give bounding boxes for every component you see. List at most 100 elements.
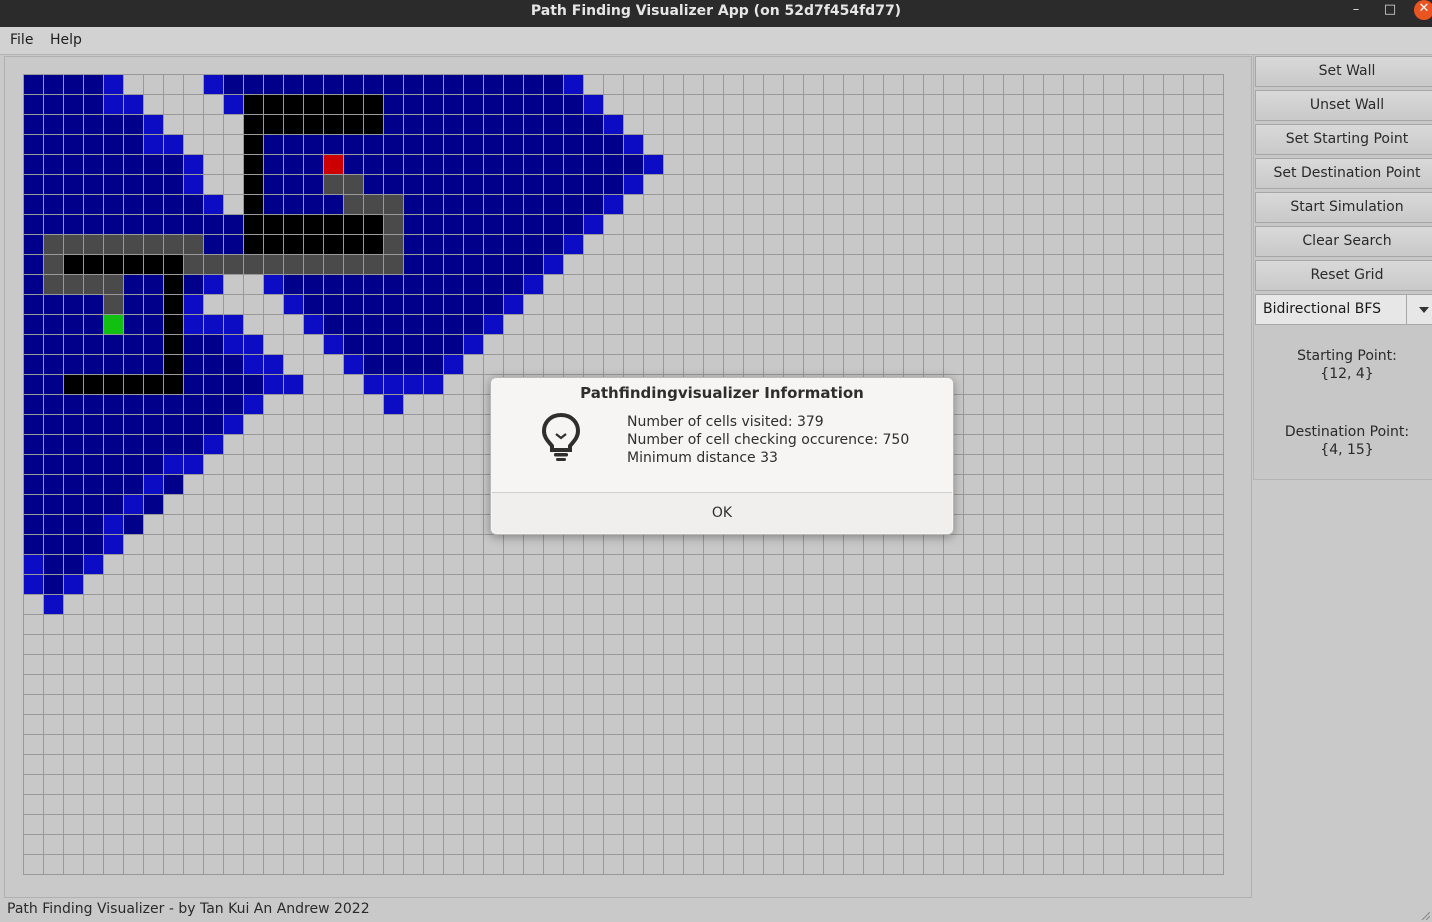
grid-cell-empty[interactable] bbox=[444, 595, 463, 614]
grid-cell-empty[interactable] bbox=[304, 855, 323, 874]
grid-cell-visited[interactable] bbox=[164, 215, 183, 234]
grid-cell-empty[interactable] bbox=[664, 815, 683, 834]
grid-cell-empty[interactable] bbox=[1044, 375, 1063, 394]
grid-cell-empty[interactable] bbox=[464, 735, 483, 754]
grid-cell-empty[interactable] bbox=[264, 655, 283, 674]
grid-cell-empty[interactable] bbox=[824, 855, 843, 874]
grid-cell-empty[interactable] bbox=[944, 535, 963, 554]
destination-cell[interactable] bbox=[104, 315, 123, 334]
grid-cell-empty[interactable] bbox=[984, 715, 1003, 734]
grid-cell-visited[interactable] bbox=[184, 415, 203, 434]
grid-cell-empty[interactable] bbox=[824, 315, 843, 334]
grid-cell-empty[interactable] bbox=[644, 275, 663, 294]
grid-cell-empty[interactable] bbox=[1184, 515, 1203, 534]
grid-cell-empty[interactable] bbox=[704, 675, 723, 694]
grid-cell-empty[interactable] bbox=[764, 815, 783, 834]
grid-cell-empty[interactable] bbox=[744, 815, 763, 834]
grid-cell-visited[interactable] bbox=[44, 455, 63, 474]
grid-cell-empty[interactable] bbox=[724, 615, 743, 634]
grid-cell-visited[interactable] bbox=[144, 335, 163, 354]
grid-cell-empty[interactable] bbox=[344, 775, 363, 794]
grid-cell-empty[interactable] bbox=[624, 715, 643, 734]
grid-cell-empty[interactable] bbox=[904, 275, 923, 294]
grid-cell-empty[interactable] bbox=[784, 555, 803, 574]
grid-cell-empty[interactable] bbox=[824, 675, 843, 694]
grid-cell-empty[interactable] bbox=[324, 535, 343, 554]
grid-cell-empty[interactable] bbox=[1204, 175, 1223, 194]
grid-cell-visited[interactable] bbox=[184, 195, 203, 214]
grid-cell-empty[interactable] bbox=[204, 575, 223, 594]
grid-cell-empty[interactable] bbox=[1104, 395, 1123, 414]
grid-cell-empty[interactable] bbox=[784, 75, 803, 94]
grid-cell-empty[interactable] bbox=[1004, 395, 1023, 414]
grid-cell-visited[interactable] bbox=[284, 275, 303, 294]
grid-cell-empty[interactable] bbox=[1024, 495, 1043, 514]
grid-cell-empty[interactable] bbox=[644, 175, 663, 194]
grid-cell-empty[interactable] bbox=[1164, 695, 1183, 714]
grid-cell-empty[interactable] bbox=[984, 435, 1003, 454]
grid-cell-empty[interactable] bbox=[604, 755, 623, 774]
grid-cell-empty[interactable] bbox=[864, 295, 883, 314]
grid-cell-empty[interactable] bbox=[864, 855, 883, 874]
grid-cell-frontier[interactable] bbox=[84, 555, 103, 574]
grid-cell-empty[interactable] bbox=[84, 595, 103, 614]
grid-cell-visited[interactable] bbox=[304, 295, 323, 314]
grid-cell-empty[interactable] bbox=[724, 595, 743, 614]
grid-cell-path[interactable] bbox=[384, 235, 403, 254]
grid-cell-empty[interactable] bbox=[864, 115, 883, 134]
grid-cell-empty[interactable] bbox=[444, 735, 463, 754]
grid-cell-visited[interactable] bbox=[184, 395, 203, 414]
grid-cell-empty[interactable] bbox=[984, 575, 1003, 594]
grid-cell-empty[interactable] bbox=[904, 295, 923, 314]
grid-cell-empty[interactable] bbox=[284, 615, 303, 634]
grid-cell-wall[interactable] bbox=[344, 115, 363, 134]
grid-cell-visited[interactable] bbox=[404, 195, 423, 214]
grid-cell-empty[interactable] bbox=[1044, 255, 1063, 274]
grid-cell-empty[interactable] bbox=[484, 795, 503, 814]
grid-cell-empty[interactable] bbox=[364, 615, 383, 634]
grid-cell-visited[interactable] bbox=[24, 515, 43, 534]
grid-cell-empty[interactable] bbox=[844, 195, 863, 214]
grid-cell-empty[interactable] bbox=[204, 815, 223, 834]
grid-cell-empty[interactable] bbox=[884, 755, 903, 774]
grid-cell-empty[interactable] bbox=[1164, 215, 1183, 234]
grid-cell-empty[interactable] bbox=[864, 615, 883, 634]
grid-cell-empty[interactable] bbox=[1144, 155, 1163, 174]
grid-cell-empty[interactable] bbox=[824, 615, 843, 634]
grid-cell-empty[interactable] bbox=[1004, 475, 1023, 494]
grid-cell-empty[interactable] bbox=[184, 675, 203, 694]
grid-cell-empty[interactable] bbox=[1024, 115, 1043, 134]
grid-cell-empty[interactable] bbox=[84, 755, 103, 774]
grid-cell-empty[interactable] bbox=[724, 255, 743, 274]
grid-cell-visited[interactable] bbox=[84, 435, 103, 454]
grid-cell-empty[interactable] bbox=[804, 75, 823, 94]
grid-cell-empty[interactable] bbox=[144, 735, 163, 754]
grid-cell-visited[interactable] bbox=[224, 235, 243, 254]
grid-cell-empty[interactable] bbox=[764, 795, 783, 814]
grid-cell-empty[interactable] bbox=[1084, 75, 1103, 94]
grid-cell-empty[interactable] bbox=[1164, 375, 1183, 394]
grid-cell-empty[interactable] bbox=[704, 235, 723, 254]
grid-cell-empty[interactable] bbox=[1124, 675, 1143, 694]
grid-cell-empty[interactable] bbox=[144, 575, 163, 594]
grid-cell-empty[interactable] bbox=[964, 95, 983, 114]
grid-cell-empty[interactable] bbox=[704, 215, 723, 234]
grid-cell-empty[interactable] bbox=[444, 555, 463, 574]
grid-cell-empty[interactable] bbox=[1064, 415, 1083, 434]
grid-cell-empty[interactable] bbox=[1104, 415, 1123, 434]
grid-cell-empty[interactable] bbox=[224, 715, 243, 734]
grid-cell-empty[interactable] bbox=[764, 835, 783, 854]
grid-cell-empty[interactable] bbox=[1124, 835, 1143, 854]
grid-cell-empty[interactable] bbox=[944, 215, 963, 234]
grid-cell-empty[interactable] bbox=[744, 335, 763, 354]
grid-cell-empty[interactable] bbox=[664, 235, 683, 254]
grid-cell-empty[interactable] bbox=[184, 495, 203, 514]
grid-cell-empty[interactable] bbox=[1144, 295, 1163, 314]
grid-cell-empty[interactable] bbox=[264, 695, 283, 714]
grid-cell-visited[interactable] bbox=[124, 155, 143, 174]
grid-cell-empty[interactable] bbox=[824, 215, 843, 234]
grid-cell-empty[interactable] bbox=[464, 695, 483, 714]
grid-cell-empty[interactable] bbox=[404, 535, 423, 554]
grid-cell-empty[interactable] bbox=[684, 535, 703, 554]
grid-cell-empty[interactable] bbox=[184, 775, 203, 794]
